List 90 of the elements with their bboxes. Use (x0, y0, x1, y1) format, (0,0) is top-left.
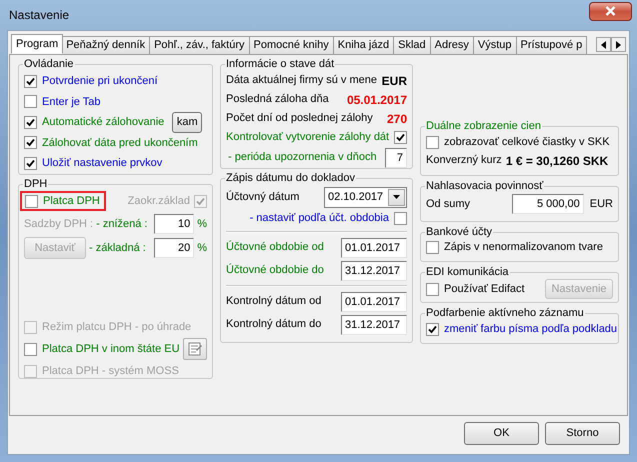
checkbox[interactable] (24, 156, 37, 170)
rate-label: - znížená : (96, 216, 148, 232)
right-arrow-icon (616, 40, 621, 48)
checkbox-label: Automatické zálohovanie (42, 115, 164, 130)
group-title: EDI komunikácia (425, 265, 510, 279)
checkbox-label: Potvrdenie pri ukončení (42, 74, 158, 89)
tab[interactable]: Výstup (472, 36, 517, 54)
field-label: Účtovné obdobie od (226, 240, 324, 256)
rates-label: Sadzby DPH : (24, 216, 94, 232)
checkbox-label: Zaokr.základ (128, 194, 190, 209)
checkbox-label: Uložiť nastavenie prvkov (42, 156, 162, 171)
percent-label: % (197, 216, 207, 232)
tab[interactable]: Pohľ., záv., faktúry (149, 36, 250, 54)
dialog-button[interactable]: Storno (545, 422, 620, 445)
group-title: Nahlasovacia povinnosť (425, 179, 544, 193)
field-label: Účtovný dátum (226, 190, 300, 205)
checkbox-label: Enter je Tab (42, 94, 101, 110)
dialog-button[interactable]: OK (464, 422, 539, 445)
form-button[interactable] (182, 338, 207, 360)
field-label: Kontrolný dátum od (226, 294, 322, 310)
field-label: Účtovné obdobie do (226, 262, 324, 278)
date-field[interactable]: 01.01.2017 (341, 292, 407, 312)
currency-label: EUR (590, 196, 613, 212)
checkbox-label: Režim platcu DPH - po úhrade (42, 320, 192, 335)
window-title: Nastavenie (9, 7, 70, 24)
checkbox[interactable] (24, 74, 37, 88)
group-title: Informácie o stave dát (225, 57, 336, 71)
checkbox-label: zobrazovať celkové čiastky v SKK (444, 134, 610, 150)
field-label: - perióda upozornenia v dňoch (228, 150, 377, 166)
date-field[interactable]: 31.12.2017 (341, 314, 407, 334)
kam-button[interactable]: kam (172, 112, 202, 133)
checkbox[interactable] (426, 136, 439, 148)
checkbox[interactable] (394, 131, 407, 144)
info-label: Počet dní od poslednej zálohy (226, 111, 373, 126)
tab[interactable]: Program (11, 34, 64, 54)
checkbox-label: Kontrolovať vytvorenie zálohy dát (226, 130, 390, 146)
checkbox-label: Platca DPH (43, 194, 100, 209)
close-button[interactable] (589, 2, 632, 20)
checkbox-label: Používať Edifact (444, 282, 525, 297)
percent-label: % (197, 240, 207, 256)
info-value: 05.01.2017 (346, 92, 407, 108)
group-title: Ovládanie (23, 57, 75, 71)
checkbox[interactable] (24, 342, 37, 356)
checkbox[interactable] (25, 194, 38, 208)
group-title: Podfarbenie aktívneho záznamu (425, 306, 585, 320)
rate-label: Konverzný kurz (426, 153, 502, 168)
group-title: Zápis dátumu do dokladov (225, 171, 356, 185)
field-label: Od sumy (426, 196, 470, 212)
rate-value: 1 € = 30,1260 SKK (506, 152, 608, 170)
document-icon (186, 341, 203, 357)
checkbox[interactable] (426, 282, 439, 296)
checkbox-label: Zápis v nenormalizovanom tvare (444, 240, 603, 256)
close-icon (605, 6, 616, 16)
checkbox-label: - nastaviť podľa účt. obdobia (250, 211, 389, 226)
tab[interactable]: Pomocné knihy (248, 36, 334, 54)
info-value: EUR (382, 72, 407, 90)
checkbox-label: Platca DPH - systém MOSS (42, 364, 179, 379)
tab[interactable]: Prístupové p (516, 36, 588, 54)
info-value: 270 (386, 110, 407, 128)
left-arrow-icon (601, 40, 606, 48)
checkbox[interactable] (24, 116, 37, 129)
field-label: Kontrolný dátum do (226, 317, 322, 332)
group-title: Duálne zobrazenie cien (425, 119, 542, 133)
input-field[interactable]: 10 (154, 214, 194, 234)
checkbox[interactable] (426, 241, 439, 254)
input-field[interactable]: 7 (385, 148, 407, 168)
group-title: Bankové účty (425, 225, 494, 239)
input-field[interactable]: 20 (154, 238, 194, 258)
info-label: Posledná záloha dňa (226, 92, 329, 108)
checkbox-label: zmeniť farbu písma podľa podkladu (444, 322, 618, 337)
checkbox[interactable] (394, 212, 407, 225)
info-label: Dáta aktuálnej firmy sú v mene (226, 73, 378, 88)
scroll-left-button[interactable] (596, 37, 611, 52)
date-field[interactable]: 01.01.2017 (341, 238, 407, 258)
checkbox-label: Platca DPH v inom štáte EU (42, 342, 180, 357)
scroll-right-button[interactable] (611, 37, 626, 52)
tab[interactable]: Sklad (393, 36, 431, 54)
dropdown-arrow-icon (393, 195, 400, 199)
date-field[interactable]: 31.12.2017 (341, 260, 407, 280)
checkbox-label: Zálohovať dáta pred ukončením (42, 136, 198, 150)
checkbox[interactable] (24, 136, 37, 150)
tab[interactable]: Peňažný denník (61, 36, 150, 54)
rate-label: - základná : (89, 240, 146, 256)
checkbox[interactable] (24, 95, 37, 108)
checkbox[interactable] (426, 322, 439, 336)
input-field[interactable]: 5 000,00 (512, 194, 584, 214)
date-dropdown[interactable]: 02.10.2017 (324, 186, 407, 208)
tab[interactable]: Adresy (430, 36, 474, 54)
group-title: DPH (23, 177, 48, 191)
tab[interactable]: Kniha jázd (332, 36, 394, 54)
